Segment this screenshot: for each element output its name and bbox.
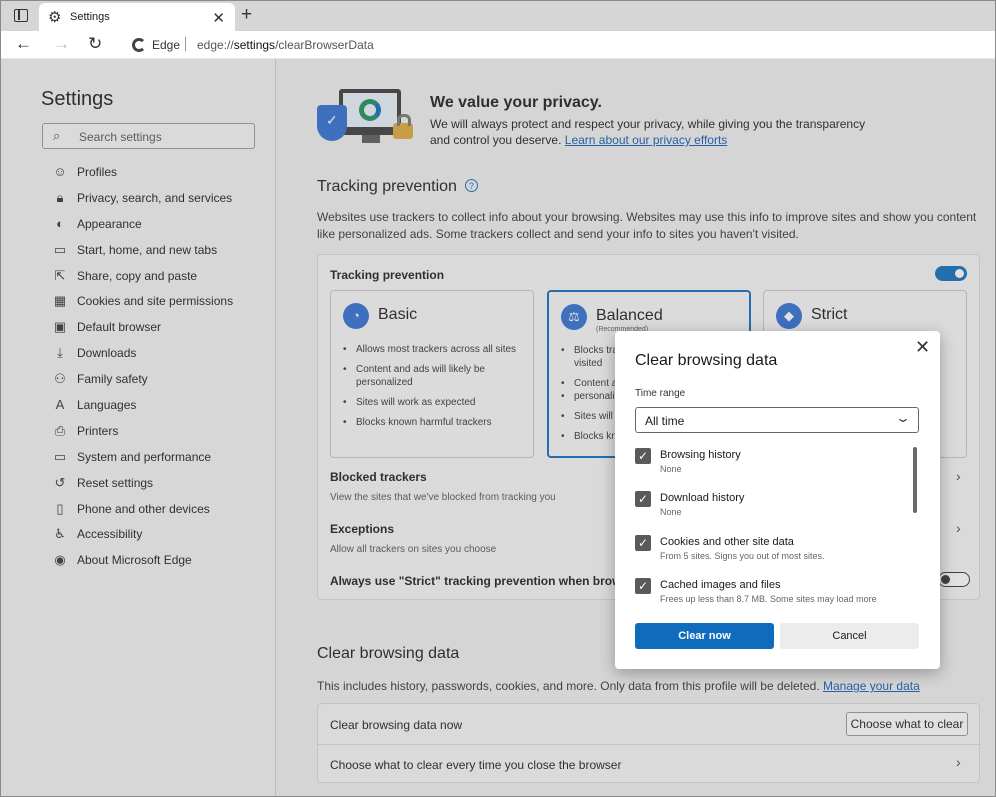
checkbox-checked-icon: ✓	[635, 491, 651, 507]
new-tab-button[interactable]: +	[241, 4, 252, 26]
url-field[interactable]: Edge edge://settings/clearBrowserData	[122, 33, 994, 57]
close-tab-icon[interactable]: ✕	[212, 9, 225, 27]
dialog-title: Clear browsing data	[635, 352, 778, 369]
time-range-select[interactable]: All time ⌄	[635, 407, 919, 433]
sidebar-toggle-icon[interactable]	[14, 9, 28, 22]
time-range-value: All time	[645, 414, 685, 428]
chevron-down-icon: ⌄	[894, 411, 912, 425]
refresh-icon[interactable]: ↻	[88, 34, 102, 54]
divider	[185, 37, 186, 51]
clear-now-button[interactable]: Clear now	[635, 623, 774, 649]
tab-strip: ⚙ Settings ✕ +	[1, 1, 995, 31]
checkbox-checked-icon: ✓	[635, 578, 651, 594]
tab-title: Settings	[70, 11, 110, 23]
cancel-button[interactable]: Cancel	[780, 623, 919, 649]
back-arrow-icon[interactable]: ←	[15, 34, 32, 54]
checkbox-checked-icon: ✓	[635, 535, 651, 551]
url-text: edge://settings/clearBrowserData	[197, 38, 374, 52]
checkbox-checked-icon: ✓	[635, 448, 651, 464]
site-brand: Edge	[152, 38, 181, 52]
address-bar: ← → ↻ Edge edge://settings/clearBrowserD…	[1, 31, 995, 59]
gear-icon: ⚙	[48, 9, 62, 26]
browser-window: ⚙ Settings ✕ + ← → ↻ Edge edge://setting…	[0, 0, 996, 797]
dialog-scrollbar[interactable]	[913, 447, 917, 513]
time-range-label: Time range	[635, 388, 686, 399]
edge-logo-icon	[132, 38, 146, 52]
clear-browsing-dialog: Clear browsing data ✕ Time range All tim…	[615, 331, 940, 669]
tab-settings[interactable]: ⚙ Settings ✕	[39, 3, 235, 31]
forward-arrow-icon[interactable]: →	[53, 34, 70, 54]
close-icon[interactable]: ✕	[915, 337, 930, 358]
